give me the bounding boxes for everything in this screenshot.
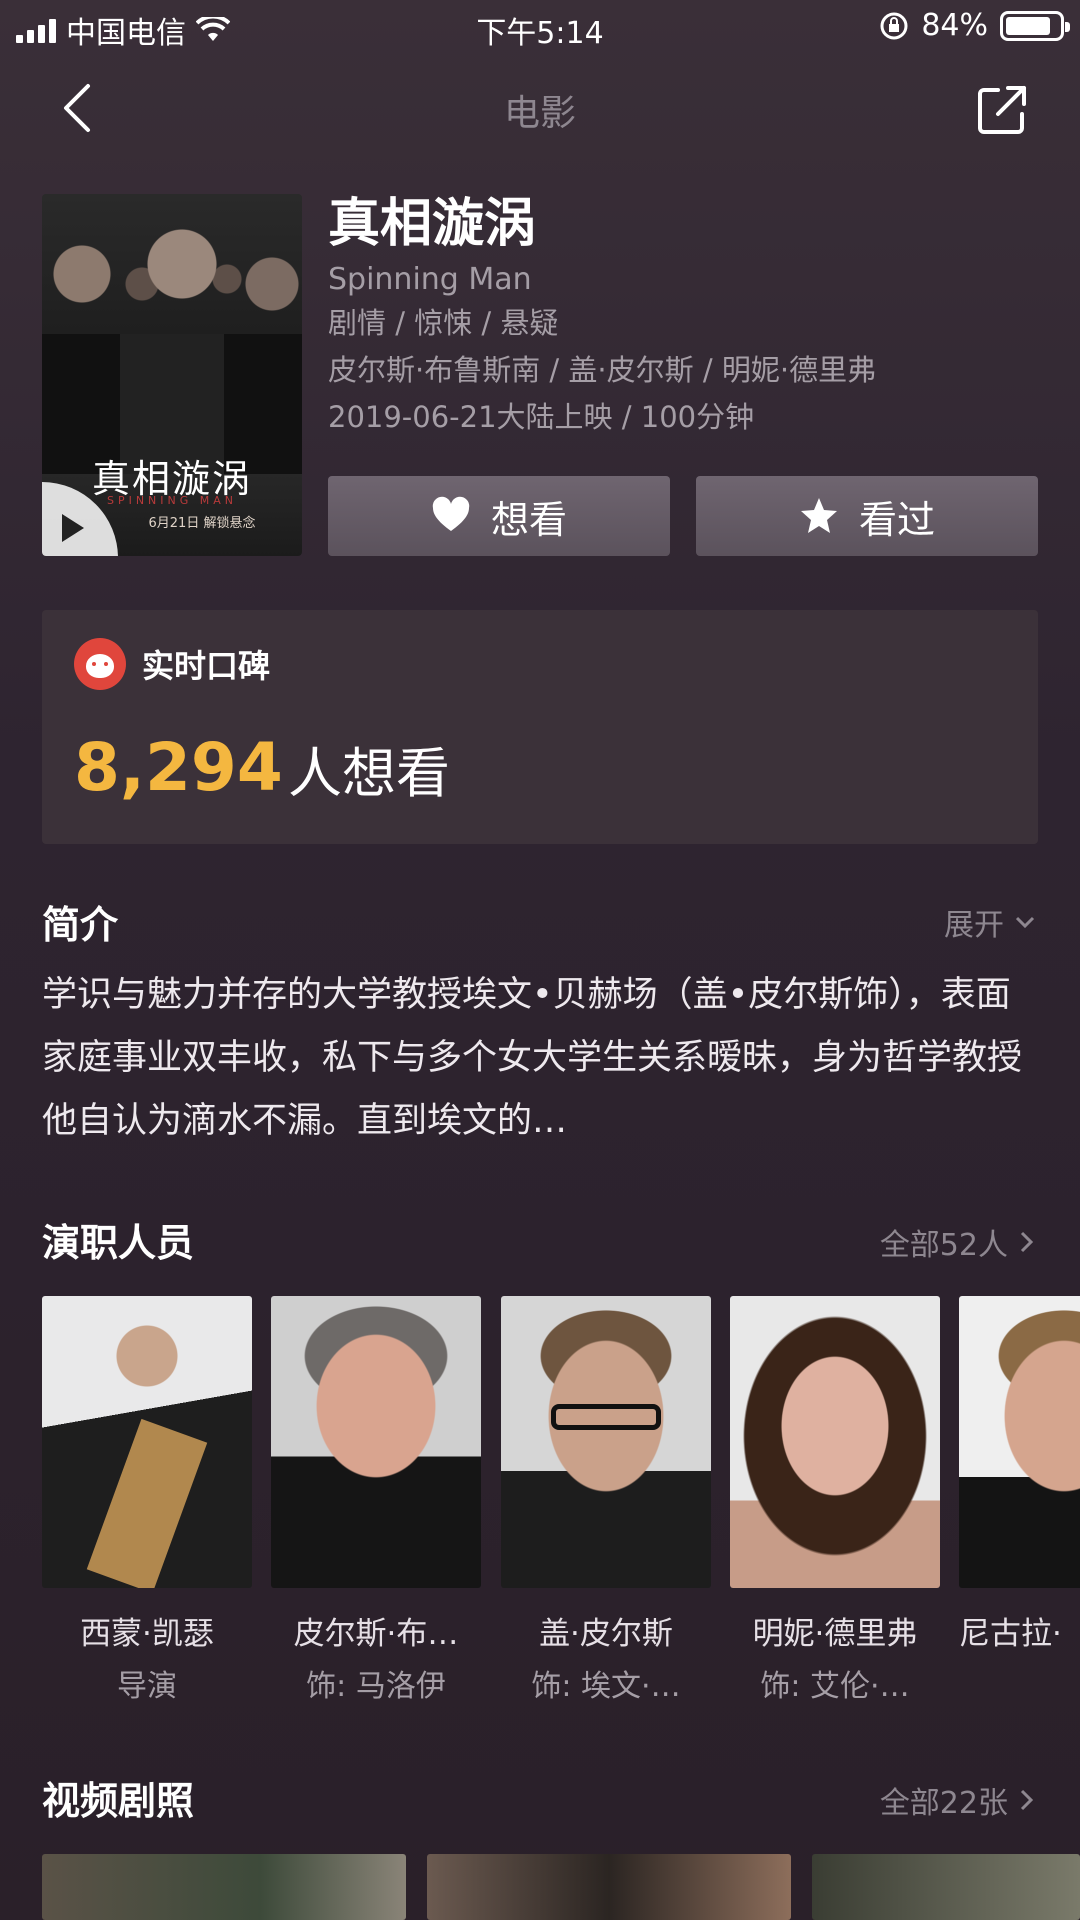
rating-card: 实时口碑 8,294 人想看 xyxy=(42,610,1038,844)
cast-more-button[interactable]: 全部52人 xyxy=(880,1220,1038,1264)
cast-photo xyxy=(959,1296,1080,1588)
cast-member[interactable]: 西蒙·凯瑟 导演 xyxy=(42,1296,252,1705)
stills-list xyxy=(42,1854,1080,1920)
intro-title: 简介 xyxy=(42,903,119,947)
movie-cast-line: 皮尔斯·布鲁斯南 / 盖·皮尔斯 / 明妮·德里弗 xyxy=(328,353,877,387)
status-right: 84% xyxy=(879,8,1070,43)
watched-button[interactable]: 看过 xyxy=(696,476,1038,556)
still-image[interactable] xyxy=(427,1854,791,1920)
watched-label: 看过 xyxy=(858,497,935,542)
battery-icon xyxy=(1000,10,1070,41)
movie-poster[interactable]: 真相漩涡 SPINNING MAN 6月21日 解锁悬念 xyxy=(42,194,302,556)
cast-photo xyxy=(730,1296,940,1588)
want-count: 8,294 xyxy=(74,729,283,806)
want-count-unit: 人想看 xyxy=(288,742,450,805)
maoyan-cat-icon xyxy=(74,638,126,690)
cast-name: 明妮·德里弗 xyxy=(752,1616,918,1652)
cast-title: 演职人员 xyxy=(42,1221,195,1265)
stills-title: 视频剧照 xyxy=(42,1779,195,1823)
cast-photo xyxy=(42,1296,252,1588)
star-icon xyxy=(800,498,837,533)
still-image[interactable] xyxy=(42,1854,406,1920)
nav-bar: 电影 xyxy=(0,60,1080,160)
cast-role: 饰: 艾伦·… xyxy=(760,1669,910,1704)
movie-genres: 剧情 / 惊悚 / 悬疑 xyxy=(328,306,559,340)
cast-member[interactable]: 明妮·德里弗 饰: 艾伦·… xyxy=(730,1296,940,1705)
cast-role: 饰: 埃文·… xyxy=(531,1669,681,1704)
cast-list: 西蒙·凯瑟 导演 皮尔斯·布… 饰: 马洛伊 盖·皮尔斯 饰: 埃文·… 明妮·… xyxy=(42,1296,1080,1716)
cast-name: 皮尔斯·布… xyxy=(293,1616,459,1652)
cast-name: 西蒙·凯瑟 xyxy=(80,1616,214,1652)
stills-more-button[interactable]: 全部22张 xyxy=(880,1778,1038,1822)
cast-photo xyxy=(271,1296,481,1588)
chevron-right-icon xyxy=(1020,1789,1034,1811)
heart-icon xyxy=(432,496,470,531)
still-image[interactable] xyxy=(812,1854,1080,1920)
movie-release: 2019-06-21大陆上映 / 100分钟 xyxy=(328,400,755,434)
cast-name: 尼古拉· xyxy=(959,1616,1062,1652)
want-label: 想看 xyxy=(490,497,567,542)
cast-more-label: 全部52人 xyxy=(879,1228,1008,1263)
rating-label: 实时口碑 xyxy=(142,647,271,685)
cast-member[interactable]: 皮尔斯·布… 饰: 马洛伊 xyxy=(271,1296,481,1705)
battery-fill xyxy=(1006,16,1050,35)
movie-info: 真相漩涡 Spinning Man 剧情 / 惊悚 / 悬疑 皮尔斯·布鲁斯南 … xyxy=(328,192,1048,441)
cast-role: 饰: 马洛伊 xyxy=(306,1669,446,1704)
rating-header: 实时口碑 xyxy=(74,638,270,690)
action-buttons: 想看 看过 xyxy=(328,476,1038,556)
battery-label: 84% xyxy=(921,8,988,43)
chevron-down-icon xyxy=(1015,916,1035,929)
cast-member[interactable]: 盖·皮尔斯 饰: 埃文·… xyxy=(501,1296,711,1705)
cast-role: 导演 xyxy=(117,1669,177,1704)
rotation-lock-icon xyxy=(880,12,908,39)
cast-photo xyxy=(501,1296,711,1588)
cast-member[interactable]: 尼古拉· xyxy=(959,1296,1080,1661)
share-icon[interactable] xyxy=(974,82,1030,138)
page-title: 电影 xyxy=(503,93,576,134)
stills-more-label: 全部22张 xyxy=(879,1786,1008,1821)
status-bar: 中国电信 下午5:14 84% xyxy=(0,0,1080,54)
movie-title-cn: 真相漩涡 xyxy=(328,194,537,254)
intro-text: 学识与魅力并存的大学教授埃文•贝赫场（盖•皮尔斯饰），表面家庭事业双丰收，私下与… xyxy=(42,975,1023,1141)
cast-name: 盖·皮尔斯 xyxy=(539,1616,673,1652)
movie-title-en: Spinning Man xyxy=(328,262,532,297)
expand-label: 展开 xyxy=(944,908,1004,943)
intro-expand-button[interactable]: 展开 xyxy=(944,900,1038,944)
chevron-right-icon xyxy=(1020,1231,1034,1253)
want-to-watch-button[interactable]: 想看 xyxy=(328,476,670,556)
